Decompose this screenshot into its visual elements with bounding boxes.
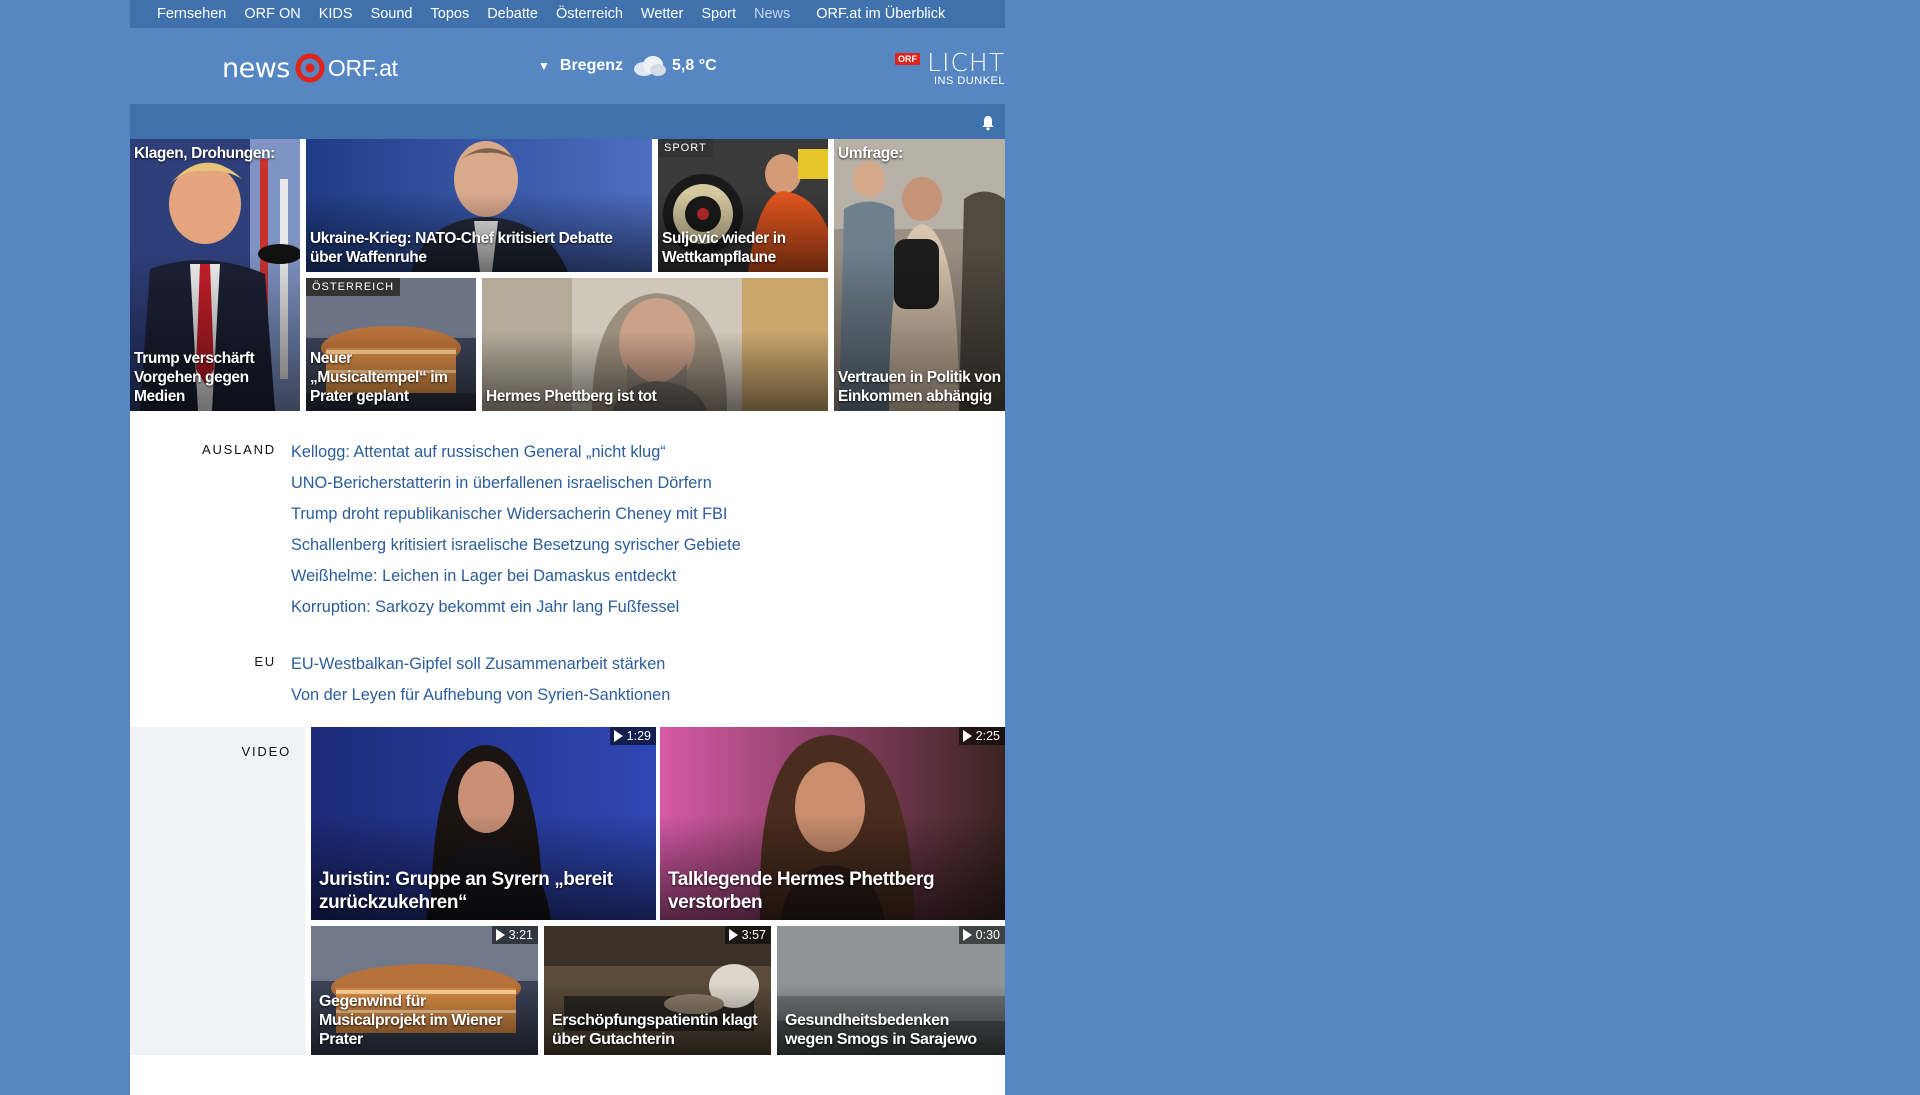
logo-news-text: news [222,52,290,84]
cloud-icon [634,56,667,76]
section-label: AUSLAND [201,442,276,457]
video-duration: 3:57 [724,926,771,944]
news-link[interactable]: UNO-Bericherstatterin in überfallenen is… [291,468,1005,499]
weather-widget[interactable]: ▼ Bregenz 5,8 °C [538,51,717,81]
section-eu: EU EU-Westbalkan-Gipfel soll Zusammenarb… [130,649,1005,711]
top-navigation: Fernsehen ORF ON KIDS Sound Topos Debatt… [130,0,1005,28]
play-icon [962,730,972,742]
video-duration: 1:29 [609,727,656,745]
licht-subtitle: INS DUNKEL [933,75,1005,87]
video-title: Erschöpfungspatientin klagt über Gutacht… [552,1012,758,1048]
section-ausland: AUSLAND Kellogg: Attentat auf russischen… [130,437,1005,623]
story-tile-hermes[interactable]: Hermes Phettberg ist tot [482,278,828,411]
nav-orf-on[interactable]: ORF ON [235,6,309,22]
content-continuation [130,1055,1005,1095]
weather-location: Bregenz [559,57,624,74]
dropdown-triangle-icon: ▼ [538,59,550,73]
story-title: Ukraine-Krieg: NATO-Chef kritisiert Deba… [310,230,613,266]
site-header: news ORF.at ▼ Bregenz 5,8 °C ORF LICHT I… [130,28,1005,104]
category-badge: SPORT [658,139,713,157]
news-link[interactable]: Von der Leyen für Aufhebung von Syrien-S… [291,680,1005,711]
video-duration: 0:30 [958,926,1005,944]
bell-icon[interactable] [981,115,995,131]
nav-debatte[interactable]: Debatte [478,6,547,22]
news-link[interactable]: Weißhelme: Leichen in Lager bei Damaskus… [291,561,1005,592]
video-section: VIDEO 1:29 Juristin: Gruppe an Syrern „b… [130,727,1005,1055]
section-links: Kellogg: Attentat auf russischen General… [291,437,1005,623]
story-tile-musical[interactable]: ÖSTERREICH Neuer „Musicaltempel“ im Prat… [306,278,476,411]
news-link[interactable]: Schallenberg kritisiert israelische Bese… [291,530,1005,561]
section-links: EU-Westbalkan-Gipfel soll Zusammenarbeit… [291,649,1005,711]
video-duration: 3:21 [491,926,538,944]
nav-oesterreich[interactable]: Österreich [547,6,632,22]
section-label: VIDEO [241,744,291,759]
video-title: Juristin: Gruppe an Syrern „bereit zurüc… [319,869,613,913]
news-link[interactable]: Kellogg: Attentat auf russischen General… [291,437,1005,468]
video-tile[interactable]: 0:30 Gesundheitsbedenken wegen Smogs in … [777,926,1005,1055]
story-tile-sport[interactable]: SPORT Suljovic wieder in Wettkampflaune [658,139,828,272]
nav-topos[interactable]: Topos [422,6,479,22]
weather-temperature: 5,8 °C [672,57,717,74]
licht-title: LICHT [927,48,1005,77]
orf-ring-icon [295,53,325,83]
nav-sound[interactable]: Sound [362,6,422,22]
story-title: Neuer „Musicaltempel“ im Prater geplant [310,350,448,405]
story-title: Hermes Phettberg ist tot [486,388,657,405]
section-label: EU [254,654,276,669]
video-tile[interactable]: 2:25 Talklegende Hermes Phettberg versto… [660,727,1005,920]
play-icon [962,929,972,941]
play-icon [613,730,623,742]
video-title: Talklegende Hermes Phettberg verstorben [668,869,935,913]
news-orf-logo[interactable]: news ORF.at [222,50,398,86]
video-tile[interactable]: 3:57 Erschöpfungspatientin klagt über Gu… [544,926,771,1055]
play-icon [495,929,505,941]
video-tile[interactable]: 1:29 Juristin: Gruppe an Syrern „bereit … [311,727,656,920]
story-tile-umfrage[interactable]: Umfrage: Vertrauen in Politik von Einkom… [834,139,1005,411]
category-badge: ÖSTERREICH [306,278,401,296]
story-kicker: Umfrage: [838,145,903,162]
video-title: Gegenwind für Musicalprojekt im Wiener P… [319,993,503,1048]
nav-sport[interactable]: Sport [692,6,745,22]
story-kicker: Klagen, Drohungen: [134,145,275,162]
story-tile-nato[interactable]: Ukraine-Krieg: NATO-Chef kritisiert Deba… [306,139,652,272]
top-stories: Klagen, Drohungen: Trump verschärft Vorg… [130,139,1005,411]
video-tile[interactable]: 3:21 Gegenwind für Musicalprojekt im Wie… [311,926,538,1055]
nav-wetter[interactable]: Wetter [632,6,692,22]
nav-news[interactable]: News [745,6,799,22]
news-list: AUSLAND Kellogg: Attentat auf russischen… [130,411,1005,727]
video-label-column: VIDEO [130,727,305,1055]
video-duration: 2:25 [958,727,1005,745]
logo-orf-text: ORF.at [327,54,398,81]
news-link[interactable]: Trump droht republikanischer Widersacher… [291,499,1005,530]
news-link[interactable]: EU-Westbalkan-Gipfel soll Zusammenarbeit… [291,649,1005,680]
video-title: Gesundheitsbedenken wegen Smogs in Saraj… [785,1012,977,1048]
news-link[interactable]: Korruption: Sarkozy bekommt ein Jahr lan… [291,592,1005,623]
story-title: Suljovic wieder in Wettkampflaune [662,230,786,266]
nav-kids[interactable]: KIDS [310,6,362,22]
nav-fernsehen[interactable]: Fernsehen [148,6,235,22]
story-title: Trump verschärft Vorgehen gegen Medien [134,350,255,405]
notification-bar [130,104,1005,139]
story-title: Vertrauen in Politik von Einkommen abhän… [838,369,1001,405]
nav-overview[interactable]: ORF.at im Überblick [807,6,954,22]
play-icon [728,929,738,941]
story-tile-trump[interactable]: Klagen, Drohungen: Trump verschärft Vorg… [130,139,300,411]
page: Fernsehen ORF ON KIDS Sound Topos Debatt… [130,0,1005,1095]
licht-orf-badge: ORF [895,53,920,65]
licht-ins-dunkel-logo[interactable]: ORF LICHT INS DUNKEL [895,50,1005,90]
